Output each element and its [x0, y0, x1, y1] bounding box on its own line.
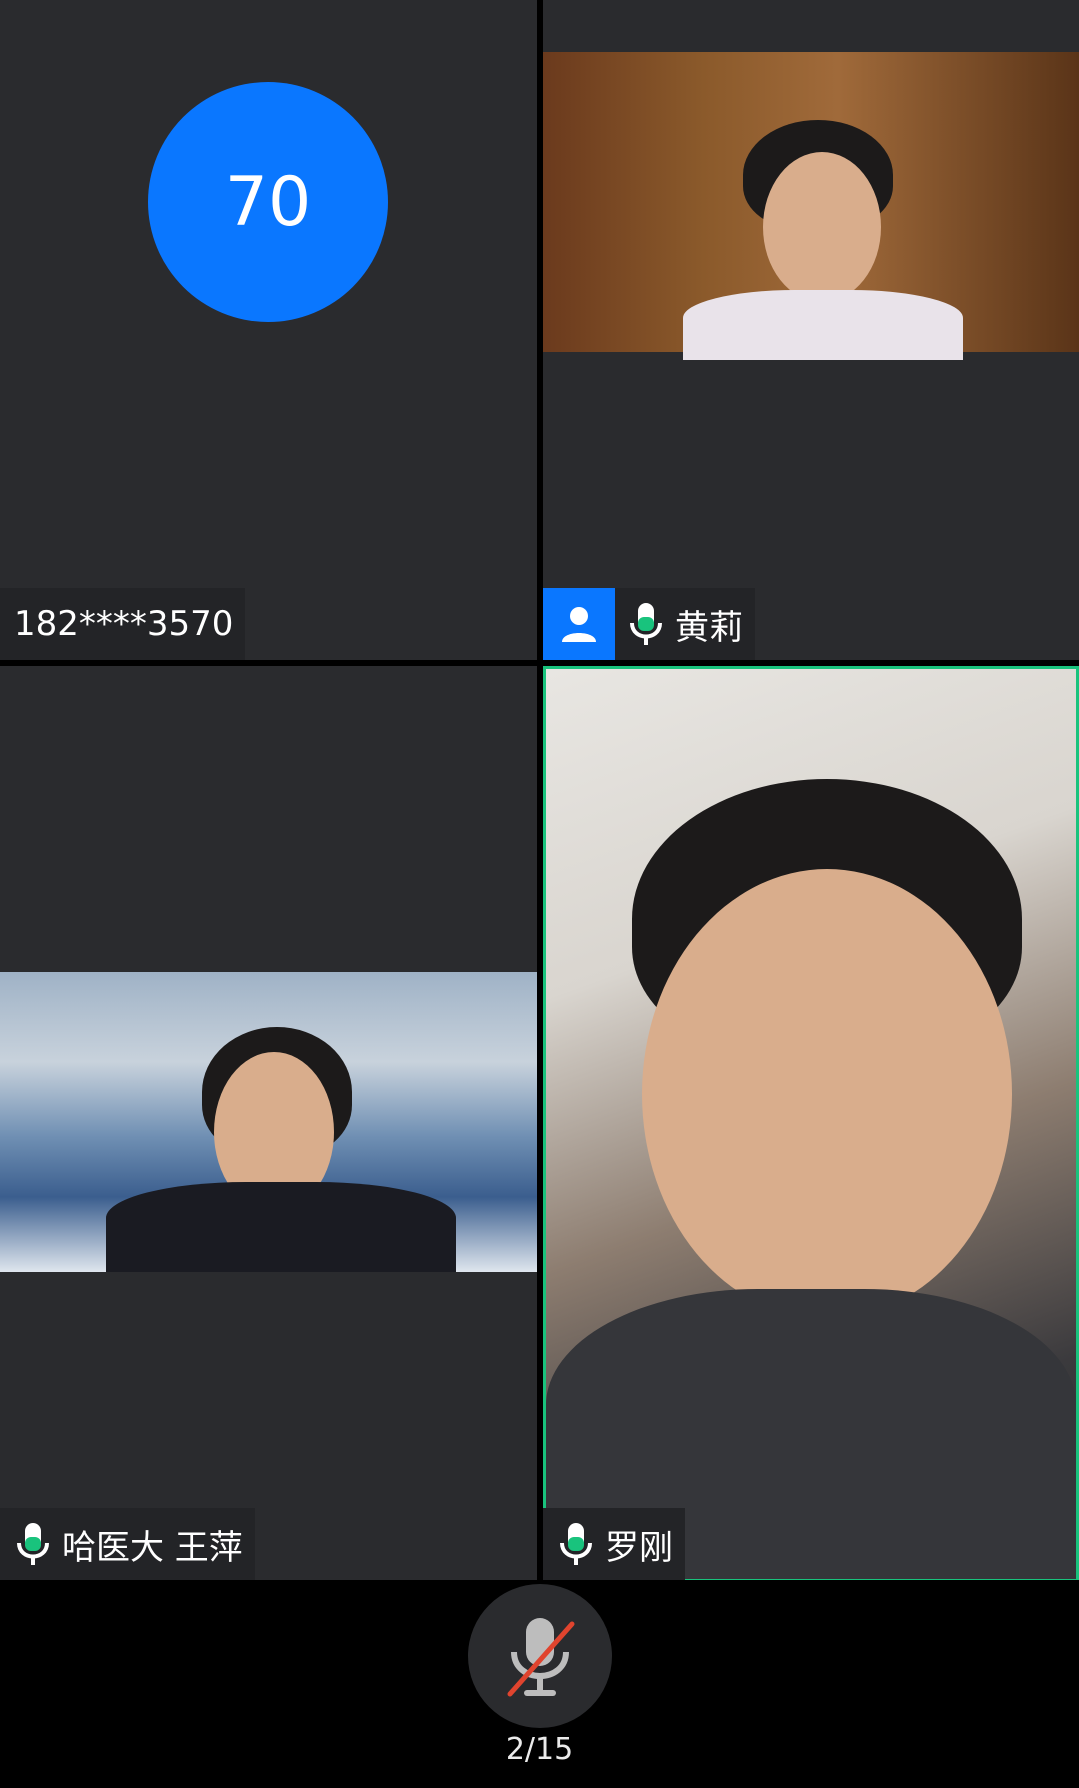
bottom-control-bar: 2/15 [0, 1580, 1079, 1788]
participant-video [546, 669, 1076, 1579]
participant-name: 哈医大 王萍 [62, 1527, 243, 1568]
mic-on-icon [17, 1523, 49, 1565]
mic-muted-icon [507, 1618, 575, 1697]
participant-tile-4-active-speaker[interactable]: 罗刚 [543, 666, 1079, 1580]
user-icon [543, 588, 615, 660]
mic-on-icon [560, 1523, 592, 1565]
participant-tile-1[interactable]: 70 182****3570 [0, 0, 537, 660]
page-indicator: 2/15 [505, 1732, 574, 1767]
participant-name-tag: 哈医大 王萍 [0, 1508, 255, 1580]
participant-tile-3[interactable]: 哈医大 王萍 [0, 666, 537, 1580]
mic-on-icon [630, 603, 662, 645]
participant-video [0, 972, 537, 1272]
participant-name: 罗刚 [605, 1527, 673, 1568]
participant-name-tag: 182****3570 [0, 588, 246, 660]
participant-tile-2[interactable]: 黄莉 [543, 0, 1079, 660]
mute-toggle-button[interactable] [468, 1584, 612, 1728]
participant-name-tag: 罗刚 [543, 1508, 685, 1580]
participant-name: 黄莉 [675, 607, 743, 648]
participant-name-tag: 黄莉 [543, 588, 755, 660]
avatar-number: 70 [224, 162, 312, 242]
participant-avatar: 70 [148, 82, 388, 322]
participant-name: 182****3570 [14, 604, 234, 644]
participant-video [543, 52, 1079, 360]
